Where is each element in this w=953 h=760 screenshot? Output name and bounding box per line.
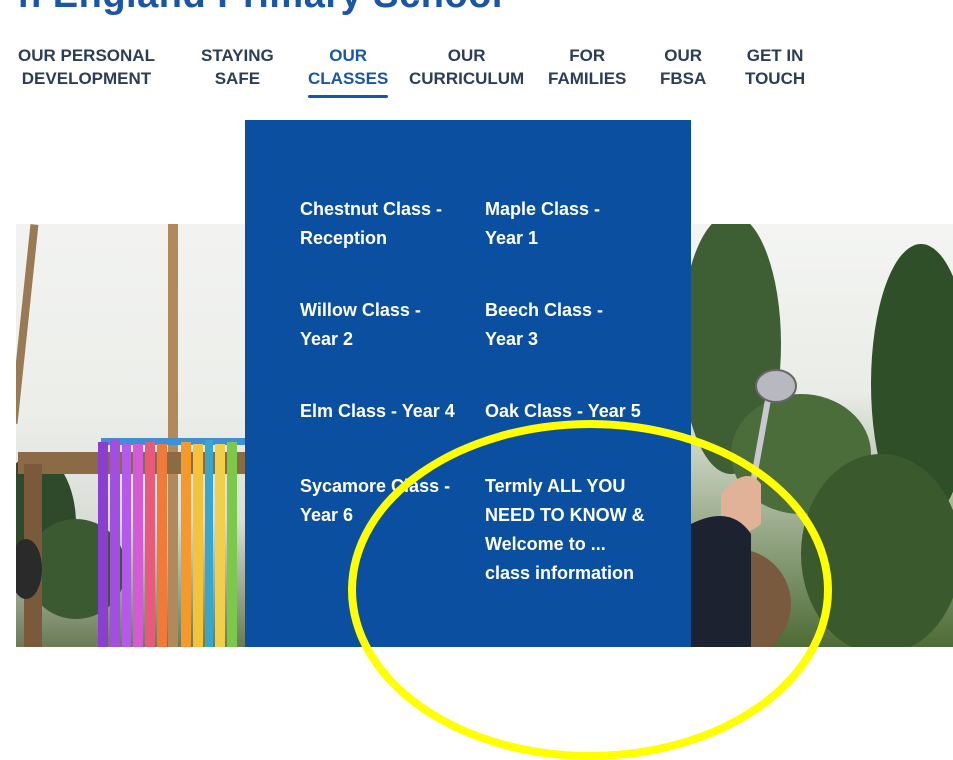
menu-item-label: Sycamore Class -	[300, 476, 451, 496]
menu-item-label: Year 2	[300, 329, 354, 349]
menu-item-sycamore-class[interactable]: Sycamore Class - Year 6	[300, 472, 450, 530]
menu-item-label: NEED TO KNOW &	[485, 505, 645, 525]
menu-item-maple-class[interactable]: Maple Class - Year 1	[485, 195, 600, 253]
menu-item-willow-class[interactable]: Willow Class - Year 2	[300, 296, 421, 354]
menu-item-label: Oak Class - Year 5	[485, 401, 641, 421]
nav-label: OUR	[329, 46, 368, 65]
nav-for-families[interactable]: FOR FAMILIES	[548, 44, 626, 90]
nav-label: FOR	[569, 46, 606, 65]
nav-staying-safe[interactable]: STAYING SAFE	[201, 44, 274, 90]
nav-label: OUR	[447, 46, 486, 65]
hero-image-right	[691, 224, 953, 647]
nav-label: FBSA	[660, 69, 707, 88]
main-nav: OUR PERSONAL DEVELOPMENT STAYING SAFE OU…	[0, 44, 953, 104]
menu-item-elm-class[interactable]: Elm Class - Year 4	[300, 397, 455, 426]
menu-item-label: class information	[485, 563, 635, 583]
nav-label: OUR	[664, 46, 703, 65]
menu-item-label: Maple Class -	[485, 199, 601, 219]
nav-label: CLASSES	[308, 69, 389, 88]
menu-item-oak-class[interactable]: Oak Class - Year 5	[485, 397, 641, 426]
menu-item-label: Year 1	[485, 228, 539, 248]
menu-item-label: Willow Class -	[300, 300, 421, 320]
nav-our-classes[interactable]: OUR CLASSES	[308, 44, 389, 98]
menu-item-label: Beech Class -	[485, 300, 604, 320]
menu-item-label: Welcome to ...	[485, 534, 606, 554]
nav-label: STAYING	[201, 46, 274, 65]
nav-get-in-touch[interactable]: GET IN TOUCH	[745, 44, 805, 90]
menu-item-label: Year 6	[300, 505, 354, 525]
menu-item-label: Chestnut Class -	[300, 199, 443, 219]
nav-label: SAFE	[214, 69, 261, 88]
menu-item-label: Elm Class - Year 4	[300, 401, 455, 421]
nav-our-fbsa[interactable]: OUR FBSA	[660, 44, 706, 90]
nav-label: FAMILIES	[548, 69, 627, 88]
menu-item-termly-class-information[interactable]: Termly ALL YOU NEED TO KNOW & Welcome to…	[485, 472, 645, 588]
site-title[interactable]: h England Primary School	[18, 0, 503, 17]
nav-label: GET IN	[746, 46, 804, 65]
nav-label: CURRICULUM	[409, 69, 525, 88]
menu-item-label: Termly ALL YOU	[485, 476, 626, 496]
nav-our-curriculum[interactable]: OUR CURRICULUM	[409, 44, 524, 90]
menu-item-label: Year 3	[485, 329, 539, 349]
menu-item-beech-class[interactable]: Beech Class - Year 3	[485, 296, 603, 354]
nav-our-personal-development[interactable]: OUR PERSONAL DEVELOPMENT	[18, 44, 155, 90]
classes-dropdown: Chestnut Class - Reception Maple Class -…	[245, 120, 691, 647]
nav-label: OUR PERSONAL	[18, 46, 155, 65]
nav-label: DEVELOPMENT	[21, 69, 152, 88]
hero-photo-right	[691, 224, 953, 647]
menu-item-label: Reception	[300, 228, 388, 248]
menu-item-chestnut-class[interactable]: Chestnut Class - Reception	[300, 195, 442, 253]
nav-label: TOUCH	[745, 69, 806, 88]
hero-photo-left	[16, 224, 245, 647]
hero-image-left	[16, 224, 245, 647]
